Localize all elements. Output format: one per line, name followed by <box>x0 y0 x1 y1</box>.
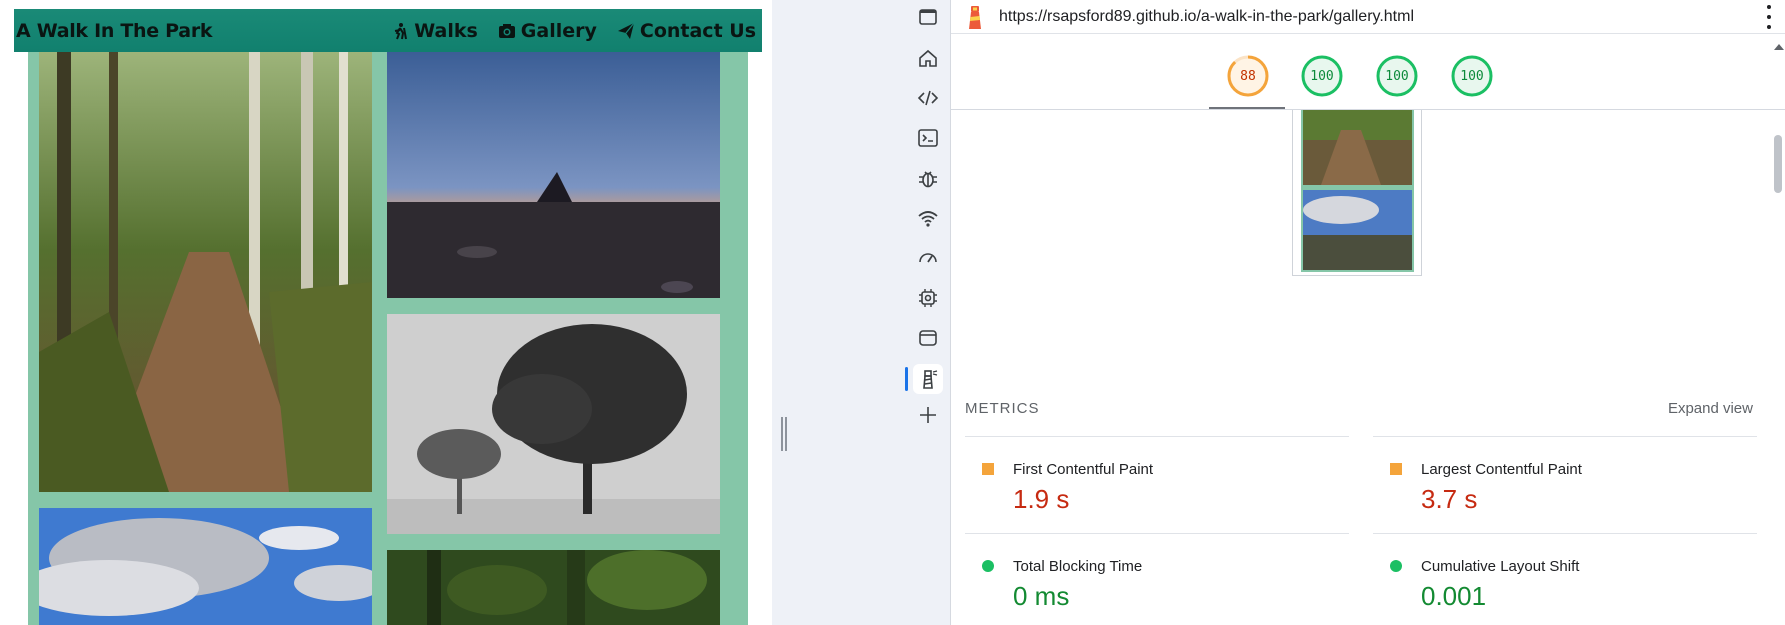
welcome-button[interactable] <box>913 43 943 73</box>
report-menu-icon[interactable] <box>1767 5 1773 29</box>
lighthouse-button[interactable] <box>913 364 943 394</box>
nav-contact-label: Contact Us <box>639 19 756 42</box>
nav-contact-link[interactable]: Contact Us <box>617 20 756 42</box>
console-button[interactable] <box>913 123 943 153</box>
cloudy-sky-photo <box>39 508 372 625</box>
wifi-icon <box>918 211 938 227</box>
selected-gauge-underline <box>1209 107 1285 109</box>
score-gauge-best-practices[interactable]: 100 <box>1376 55 1418 97</box>
screenshot-thumbnail <box>1292 110 1422 276</box>
active-tool-indicator <box>905 367 908 391</box>
elements-button[interactable] <box>913 83 943 113</box>
thumbnail-frame <box>1301 110 1414 272</box>
score-gauge-seo[interactable]: 100 <box>1451 55 1493 97</box>
lighthouse-icon <box>923 370 938 389</box>
home-icon <box>919 49 937 67</box>
page-preview: A Walk In The Park Walks Gallery Contact… <box>0 0 772 625</box>
metric-first-contentful-paint: First Contentful Paint 1.9 s <box>965 436 1349 532</box>
metric-value: 0.001 <box>1421 581 1487 611</box>
resize-handle[interactable] <box>781 417 787 451</box>
metrics-heading: METRICS <box>965 400 1040 417</box>
bug-icon <box>919 171 937 188</box>
hiking-icon <box>395 22 408 39</box>
code-icon <box>917 90 939 106</box>
metric-value: 1.9 s <box>1013 484 1070 514</box>
lighthouse-logo-icon <box>969 5 981 29</box>
gauge-icon <box>919 253 937 263</box>
metric-value: 3.7 s <box>1421 484 1478 514</box>
metric-label: Total Blocking Time <box>1013 558 1143 575</box>
metric-label: Largest Contentful Paint <box>1421 461 1582 478</box>
score-value: 100 <box>1385 68 1409 84</box>
window-icon <box>919 9 937 25</box>
chip-icon <box>919 289 937 307</box>
memory-button[interactable] <box>913 283 943 313</box>
nav-gallery-link[interactable]: Gallery <box>498 20 597 42</box>
expand-view-toggle[interactable]: Expand view <box>1668 400 1753 417</box>
paper-plane-icon <box>617 22 635 39</box>
device-resize-gutter <box>772 0 905 625</box>
metric-label: Cumulative Layout Shift <box>1421 558 1580 575</box>
average-square-icon <box>982 463 994 475</box>
score-gauge-accessibility[interactable]: 100 <box>1301 55 1343 97</box>
lighthouse-panel: https://rsapsford89.github.io/a-walk-in-… <box>951 0 1785 625</box>
network-button[interactable] <box>913 203 943 233</box>
score-gauges: 88 100 100 100 <box>951 35 1785 110</box>
score-value: 100 <box>1460 68 1484 84</box>
site-navbar: A Walk In The Park Walks Gallery Contact… <box>14 9 762 52</box>
camera-icon <box>498 23 515 38</box>
devtools-activity-bar <box>905 0 951 625</box>
green-forest-photo <box>387 550 720 625</box>
site-brand[interactable]: A Walk In The Park <box>16 20 213 42</box>
pass-circle-icon <box>982 560 994 572</box>
scroll-up-arrow-icon[interactable] <box>1774 44 1784 50</box>
score-value: 88 <box>1240 68 1256 84</box>
application-button[interactable] <box>913 323 943 353</box>
report-url-bar: https://rsapsford89.github.io/a-walk-in-… <box>951 0 1785 34</box>
plus-icon <box>920 407 936 423</box>
toggle-window-button[interactable] <box>913 2 943 32</box>
metric-value: 0 ms <box>1013 581 1070 611</box>
metric-label: First Contentful Paint <box>1013 461 1154 478</box>
application-icon <box>919 330 937 346</box>
console-icon <box>918 129 938 147</box>
nav-walks-label: Walks <box>414 19 478 42</box>
nav-links: Walks Gallery Contact Us <box>391 20 756 42</box>
average-square-icon <box>1390 463 1402 475</box>
scrollbar-thumb[interactable] <box>1774 135 1782 193</box>
nav-gallery-label: Gallery <box>520 19 597 42</box>
woodland-path-photo <box>39 52 372 492</box>
report-url: https://rsapsford89.github.io/a-walk-in-… <box>999 7 1414 25</box>
performance-button[interactable] <box>913 243 943 273</box>
score-gauge-performance[interactable]: 88 <box>1227 55 1269 97</box>
pass-circle-icon <box>1390 560 1402 572</box>
score-value: 100 <box>1310 68 1334 84</box>
report-scrollbar[interactable] <box>1773 42 1784 625</box>
sunset-cairn-photo <box>387 52 720 298</box>
metric-total-blocking-time: Total Blocking Time 0 ms <box>965 533 1349 625</box>
metric-cumulative-layout-shift: Cumulative Layout Shift 0.001 <box>1373 533 1757 625</box>
thumbnail-images <box>1303 110 1412 270</box>
metric-largest-contentful-paint: Largest Contentful Paint 3.7 s <box>1373 436 1757 532</box>
nav-walks-link[interactable]: Walks <box>391 20 478 42</box>
more-tools-button[interactable] <box>913 400 943 430</box>
misty-trees-photo <box>387 314 720 534</box>
sources-button[interactable] <box>913 163 943 193</box>
